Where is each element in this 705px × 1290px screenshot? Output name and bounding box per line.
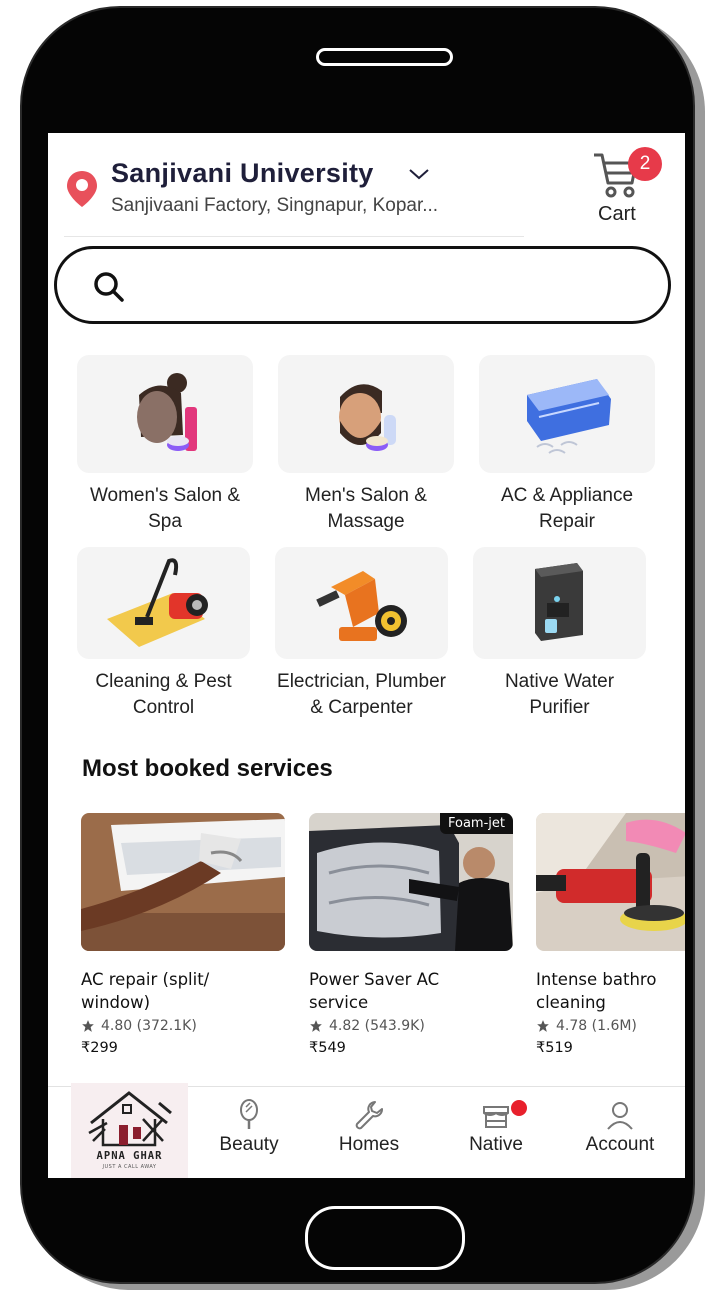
nav-label: Native xyxy=(469,1134,523,1155)
service-price: ₹549 xyxy=(309,1040,346,1056)
app-screen: Sanjivani University Sanjivaani Factory,… xyxy=(48,133,685,1178)
service-title: Intense bathro cleaning xyxy=(536,970,657,1012)
category-tile xyxy=(77,547,250,659)
service-title: AC repair (split/ window) xyxy=(81,970,210,1012)
location-address[interactable]: Sanjivaani Factory, Singnapur, Kopar... xyxy=(111,195,521,217)
header-divider xyxy=(64,236,524,237)
phone-speaker xyxy=(316,48,453,66)
category-label: Women's Salon & Spa xyxy=(89,485,241,532)
category-tile xyxy=(275,547,448,659)
service-rating: 4.78 (1.6M) xyxy=(536,1018,685,1034)
vacuum-cleaner-icon xyxy=(107,558,208,647)
logo-text: APNA GHAR xyxy=(96,1150,163,1162)
category-label: Native Water Purifier xyxy=(504,671,615,718)
category-tile xyxy=(77,355,253,473)
location-pin-icon xyxy=(67,171,97,207)
category-womens-salon[interactable]: Women's Salon & Spa xyxy=(77,355,253,535)
phone-home-button[interactable] xyxy=(305,1206,465,1270)
mirror-icon xyxy=(240,1099,258,1129)
search-icon xyxy=(94,272,124,302)
service-card-bathroom-cleaning[interactable]: Intense bathro cleaning 4.78 (1.6M) ₹519 xyxy=(536,813,685,1056)
service-price: ₹519 xyxy=(536,1040,573,1056)
person-icon xyxy=(607,1102,633,1130)
house-tools-logo-icon xyxy=(88,1091,172,1147)
search-bar[interactable] xyxy=(54,246,671,324)
service-image xyxy=(81,813,285,951)
bathroom-cleaning-photo xyxy=(536,813,685,951)
nav-account[interactable]: Account xyxy=(565,1099,675,1156)
category-tile xyxy=(479,355,655,473)
nav-native[interactable]: Native xyxy=(441,1099,551,1156)
star-icon xyxy=(82,1020,94,1032)
category-tile xyxy=(278,355,454,473)
service-image xyxy=(536,813,685,951)
drill-tape-icon xyxy=(316,571,407,641)
rating-value: 4.82 (543.9K) xyxy=(329,1018,425,1034)
store-icon xyxy=(483,1106,509,1128)
service-card-power-saver-ac[interactable]: Foam-jet Power Saver AC service 4.82 (54… xyxy=(309,813,513,1056)
service-rating: 4.82 (543.9K) xyxy=(309,1018,513,1034)
nav-homes[interactable]: Homes xyxy=(314,1099,424,1156)
most-booked-title: Most booked services xyxy=(82,755,333,782)
category-water-purifier[interactable]: Native Water Purifier xyxy=(473,547,646,721)
chevron-down-icon[interactable] xyxy=(408,167,430,181)
category-electrician[interactable]: Electrician, Plumber & Carpenter xyxy=(275,547,448,721)
women-salon-icon xyxy=(137,373,197,451)
location-title[interactable]: Sanjivani University xyxy=(111,158,374,189)
category-label: Cleaning & Pest Control xyxy=(95,671,232,718)
ac-unit-icon xyxy=(527,379,611,454)
cart-count-badge: 2 xyxy=(628,147,662,181)
wrench-icon xyxy=(355,1101,383,1130)
rating-value: 4.78 (1.6M) xyxy=(556,1018,637,1034)
nav-label: Account xyxy=(585,1134,655,1155)
star-icon xyxy=(310,1020,322,1032)
category-label: Men's Salon & Massage xyxy=(305,485,427,532)
nav-beauty[interactable]: Beauty xyxy=(194,1099,304,1156)
ac-repair-photo xyxy=(81,813,285,951)
service-card-ac-repair[interactable]: AC repair (split/ window) 4.80 (372.1K) … xyxy=(81,813,285,1056)
service-rating: 4.80 (372.1K) xyxy=(81,1018,285,1034)
star-icon xyxy=(537,1020,549,1032)
apna-ghar-logo[interactable]: APNA GHAR JUST A CALL AWAY xyxy=(71,1083,188,1178)
service-price: ₹299 xyxy=(81,1040,118,1056)
logo-tagline: JUST A CALL AWAY xyxy=(102,1164,157,1170)
cart-button[interactable]: 2 Cart xyxy=(588,147,668,227)
category-cleaning[interactable]: Cleaning & Pest Control xyxy=(77,547,250,721)
notification-dot xyxy=(511,1100,527,1116)
search-input[interactable] xyxy=(137,263,641,309)
category-label: Electrician, Plumber & Carpenter xyxy=(277,671,446,718)
nav-label: Beauty xyxy=(219,1134,279,1155)
cart-label: Cart xyxy=(598,203,636,225)
service-image: Foam-jet xyxy=(309,813,513,951)
category-label: AC & Appliance Repair xyxy=(500,485,634,532)
nav-label: Homes xyxy=(338,1134,400,1155)
foam-jet-badge: Foam-jet xyxy=(440,813,513,834)
water-purifier-icon xyxy=(535,563,583,641)
men-salon-icon xyxy=(339,384,396,451)
rating-value: 4.80 (372.1K) xyxy=(101,1018,197,1034)
category-ac-repair[interactable]: AC & Appliance Repair xyxy=(479,355,655,535)
category-mens-salon[interactable]: Men's Salon & Massage xyxy=(278,355,454,535)
category-tile xyxy=(473,547,646,659)
service-title: Power Saver AC service xyxy=(309,970,440,1012)
